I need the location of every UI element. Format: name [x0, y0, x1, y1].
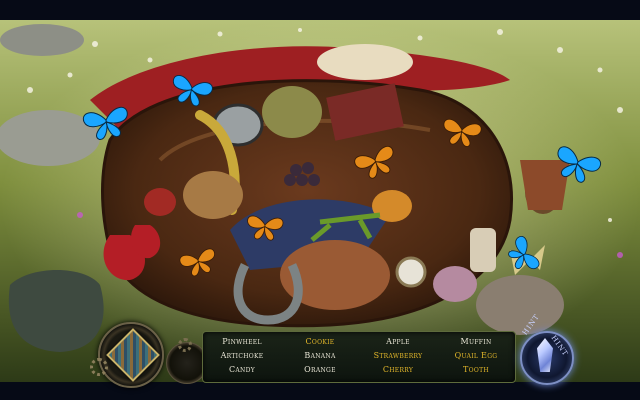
pocket-watch-icon[interactable]	[395, 256, 427, 288]
rock-top-left	[0, 24, 84, 56]
item-list: Pinwheel Cookie Apple Muffin Artichoke B…	[203, 335, 515, 379]
hidden-object-scene[interactable]	[0, 20, 640, 382]
list-item[interactable]: Apple	[359, 335, 437, 349]
list-item[interactable]: Banana	[281, 349, 359, 363]
list-item[interactable]: Tooth	[437, 363, 515, 377]
apple[interactable]	[144, 188, 176, 216]
melon-ball[interactable]	[262, 86, 322, 138]
list-item[interactable]: Strawberry	[359, 349, 437, 363]
candle[interactable]	[470, 228, 496, 272]
top-letterbox	[0, 0, 640, 20]
list-item[interactable]: Quail Egg	[437, 349, 515, 363]
cup[interactable]	[433, 266, 477, 302]
gear-icon	[178, 338, 192, 352]
mortar-pestle[interactable]	[520, 160, 570, 210]
list-item[interactable]: Candy	[203, 363, 281, 377]
game-screen: Pinwheel Cookie Apple Muffin Artichoke B…	[0, 0, 640, 400]
list-item[interactable]: Cookie	[281, 335, 359, 349]
list-item[interactable]: Cherry	[359, 363, 437, 377]
list-item[interactable]: Artichoke	[203, 349, 281, 363]
hat[interactable]	[317, 44, 413, 80]
item-list-panel: Pinwheel Cookie Apple Muffin Artichoke B…	[202, 331, 516, 383]
list-item[interactable]: Muffin	[437, 335, 515, 349]
gear-icon	[90, 358, 108, 376]
pastry[interactable]	[183, 171, 243, 219]
list-item[interactable]: Orange	[281, 363, 359, 377]
list-item[interactable]: Pinwheel	[203, 335, 281, 349]
rock-right	[476, 275, 564, 335]
